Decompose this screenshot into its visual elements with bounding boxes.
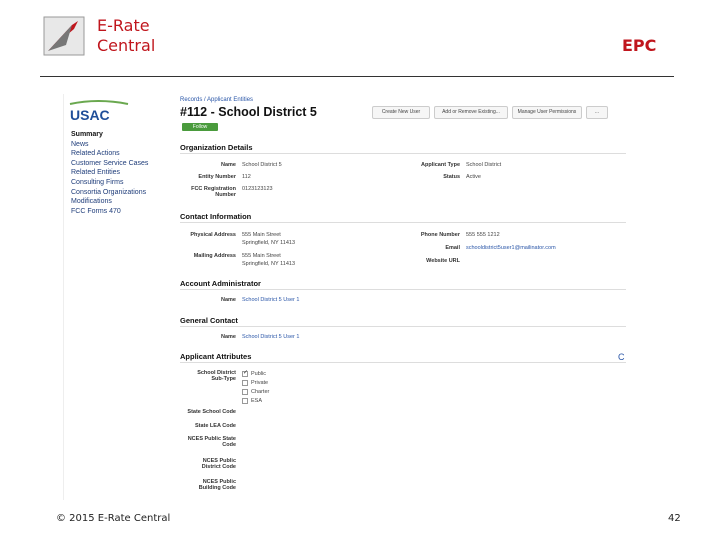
nces-building-code-label: NCES Public Building Code — [174, 479, 236, 491]
subtype-label-line2: Sub-Type — [211, 376, 236, 382]
fcc-reg-label: FCC Registration Number — [174, 186, 236, 198]
divider — [180, 326, 626, 327]
school-district-subtype-label: School District Sub-Type — [174, 370, 236, 382]
manage-permissions-button[interactable]: Manage User Permissions — [512, 106, 582, 119]
email-link[interactable]: schooldistrict5user1@mailinator.com — [466, 245, 556, 251]
divider — [180, 222, 626, 223]
breadcrumb[interactable]: Records / Applicant Entities — [180, 97, 253, 103]
sidebar-item-consortia[interactable]: Consortia Organizations — [71, 188, 171, 198]
sidebar-item-fcc-470[interactable]: FCC Forms 470 — [71, 207, 171, 217]
sidebar-item-modifications[interactable]: Modifications — [71, 197, 171, 207]
admin-name-label: Name — [221, 297, 236, 303]
fcc-reg-value: 0123123123 — [242, 186, 273, 192]
status-value: Active — [466, 174, 481, 180]
usac-logo-icon: USAC — [68, 100, 138, 124]
sidebar-item-customer-service[interactable]: Customer Service Cases — [71, 159, 171, 169]
applicant-type-label: Applicant Type — [420, 162, 460, 168]
email-label: Email — [445, 245, 460, 251]
applicant-type-value: School District — [466, 162, 502, 168]
nces-district-line2: District Code — [201, 464, 236, 470]
mailing-address-line2: Springfield, NY 11413 — [242, 261, 295, 267]
footer-copyright: © 2015 E-Rate Central — [56, 513, 171, 524]
entity-number-value: 112 — [242, 174, 251, 180]
mailing-address-line1: 555 Main Street — [242, 253, 281, 259]
phone-label: Phone Number — [420, 232, 460, 238]
add-remove-users-button[interactable]: Add or Remove Existing... — [434, 106, 508, 119]
divider — [180, 362, 626, 363]
physical-address-line1: 555 Main Street — [242, 232, 281, 238]
website-label: Website URL — [426, 258, 460, 264]
org-details-heading: Organization Details — [180, 143, 253, 152]
page-title: #112 - School District 5 — [180, 105, 317, 119]
sidebar-item-related-actions[interactable]: Related Actions — [71, 149, 171, 159]
physical-address-label: Physical Address — [190, 232, 236, 238]
org-name-label: Name — [221, 162, 236, 168]
page-number: 42 — [668, 513, 681, 524]
state-school-code-label: State School Code — [187, 409, 236, 415]
charter-option-label: Charter — [251, 389, 270, 395]
action-buttons: Create New User Add or Remove Existing..… — [372, 106, 608, 119]
esa-checkbox[interactable] — [242, 398, 248, 404]
nces-district-code-label: NCES Public District Code — [174, 458, 236, 470]
contact-info-heading: Contact Information — [180, 212, 252, 221]
private-checkbox[interactable] — [242, 380, 248, 386]
private-option-label: Private — [251, 380, 269, 386]
brand-line2: Central — [97, 36, 156, 55]
esa-option-label: ESA — [251, 398, 263, 404]
mailing-address-label: Mailing Address — [193, 253, 236, 259]
create-user-button[interactable]: Create New User — [372, 106, 430, 119]
state-lea-code-label: State LEA Code — [194, 423, 236, 429]
follow-button[interactable]: Follow — [182, 123, 218, 131]
brand-line1: E-Rate — [97, 16, 150, 35]
sidebar: Summary News Related Actions Customer Se… — [71, 130, 171, 216]
epc-tag: EPC — [622, 36, 657, 55]
general-name-label: Name — [221, 334, 236, 340]
general-name-link[interactable]: School District 5 User 1 — [242, 334, 299, 340]
brand-title: E-Rate Central — [97, 16, 155, 56]
public-checkbox[interactable] — [242, 369, 248, 377]
public-option-label: Public — [251, 371, 266, 377]
admin-name-link[interactable]: School District 5 User 1 — [242, 297, 299, 303]
epc-screenshot: USAC Summary News Related Actions Custom… — [63, 94, 628, 500]
divider — [180, 289, 626, 290]
account-admin-heading: Account Administrator — [180, 279, 261, 288]
erate-logo-icon — [42, 15, 90, 59]
refresh-icon[interactable]: C — [618, 352, 625, 362]
sidebar-item-summary[interactable]: Summary — [71, 130, 171, 140]
sidebar-item-news[interactable]: News — [71, 140, 171, 150]
sidebar-item-related-entities[interactable]: Related Entities — [71, 168, 171, 178]
phone-value: 555 555 1212 — [466, 232, 500, 238]
divider — [180, 153, 626, 154]
charter-checkbox[interactable] — [242, 389, 248, 395]
physical-address-line2: Springfield, NY 11413 — [242, 240, 295, 246]
more-button[interactable]: ... — [586, 106, 608, 119]
nces-state-line2: Code — [222, 442, 236, 448]
usac-logo-text: USAC — [70, 107, 110, 123]
sidebar-item-consulting-firms[interactable]: Consulting Firms — [71, 178, 171, 188]
nces-building-line2: Building Code — [198, 485, 236, 491]
header-divider — [40, 76, 674, 77]
entity-number-label: Entity Number — [198, 174, 236, 180]
applicant-attributes-heading: Applicant Attributes — [180, 352, 252, 361]
org-name-value: School District 5 — [242, 162, 282, 168]
fcc-reg-label-line2: Number — [215, 192, 236, 198]
nces-state-code-label: NCES Public State Code — [174, 436, 236, 448]
general-contact-heading: General Contact — [180, 316, 238, 325]
status-label: Status — [443, 174, 460, 180]
